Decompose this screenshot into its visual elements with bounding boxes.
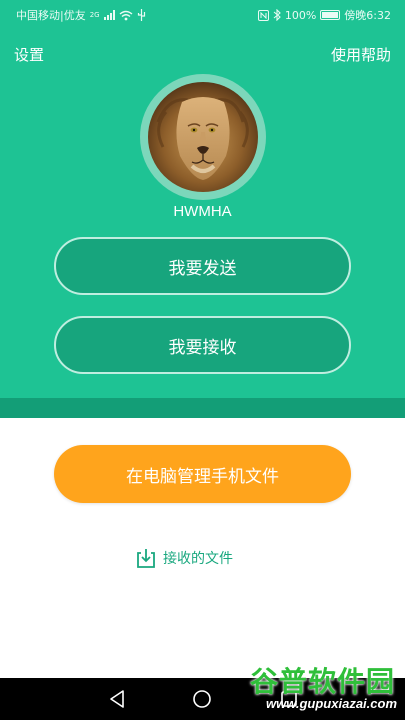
lion-avatar — [148, 82, 258, 192]
username: HWMHA — [173, 203, 232, 220]
status-bar-right: 100% 傍晚6:32 — [257, 7, 391, 23]
battery-icon — [320, 10, 341, 20]
nfc-icon — [257, 9, 269, 21]
carrier-text: 中国移动|优友 — [16, 9, 86, 22]
home-icon[interactable] — [189, 678, 215, 720]
download-tray-icon — [137, 549, 155, 568]
usb-icon — [137, 9, 145, 21]
signal-icon — [103, 10, 115, 20]
header-divider-strip — [0, 398, 405, 418]
bluetooth-icon — [273, 9, 281, 21]
received-files-label: 接收的文件 — [163, 551, 233, 567]
back-icon[interactable] — [104, 678, 130, 720]
wifi-icon — [119, 10, 133, 20]
status-bar-left: 中国移动|优友 2G — [16, 7, 146, 23]
help-link[interactable]: 使用帮助 — [331, 44, 391, 65]
watermark: 谷普软件园 www.gupuxiazai.com — [217, 658, 403, 720]
clock-text: 傍晚6:32 — [344, 9, 391, 22]
network-badge: 2G — [89, 11, 100, 19]
avatar-ring[interactable] — [140, 74, 266, 200]
watermark-main-text: 谷普软件园 — [249, 665, 395, 698]
pc-manage-files-button[interactable]: 在电脑管理手机文件 — [54, 445, 351, 503]
watermark-url-text: www.gupuxiazai.com — [266, 696, 397, 711]
received-files-link[interactable]: 接收的文件 — [135, 547, 233, 569]
status-bar: 中国移动|优友 2G 100% 傍晚6:32 — [0, 0, 405, 28]
battery-percent: 100% — [284, 8, 317, 22]
receive-button[interactable]: 我要接收 — [54, 316, 351, 374]
settings-link[interactable]: 设置 — [14, 44, 44, 65]
send-button[interactable]: 我要发送 — [54, 237, 351, 295]
